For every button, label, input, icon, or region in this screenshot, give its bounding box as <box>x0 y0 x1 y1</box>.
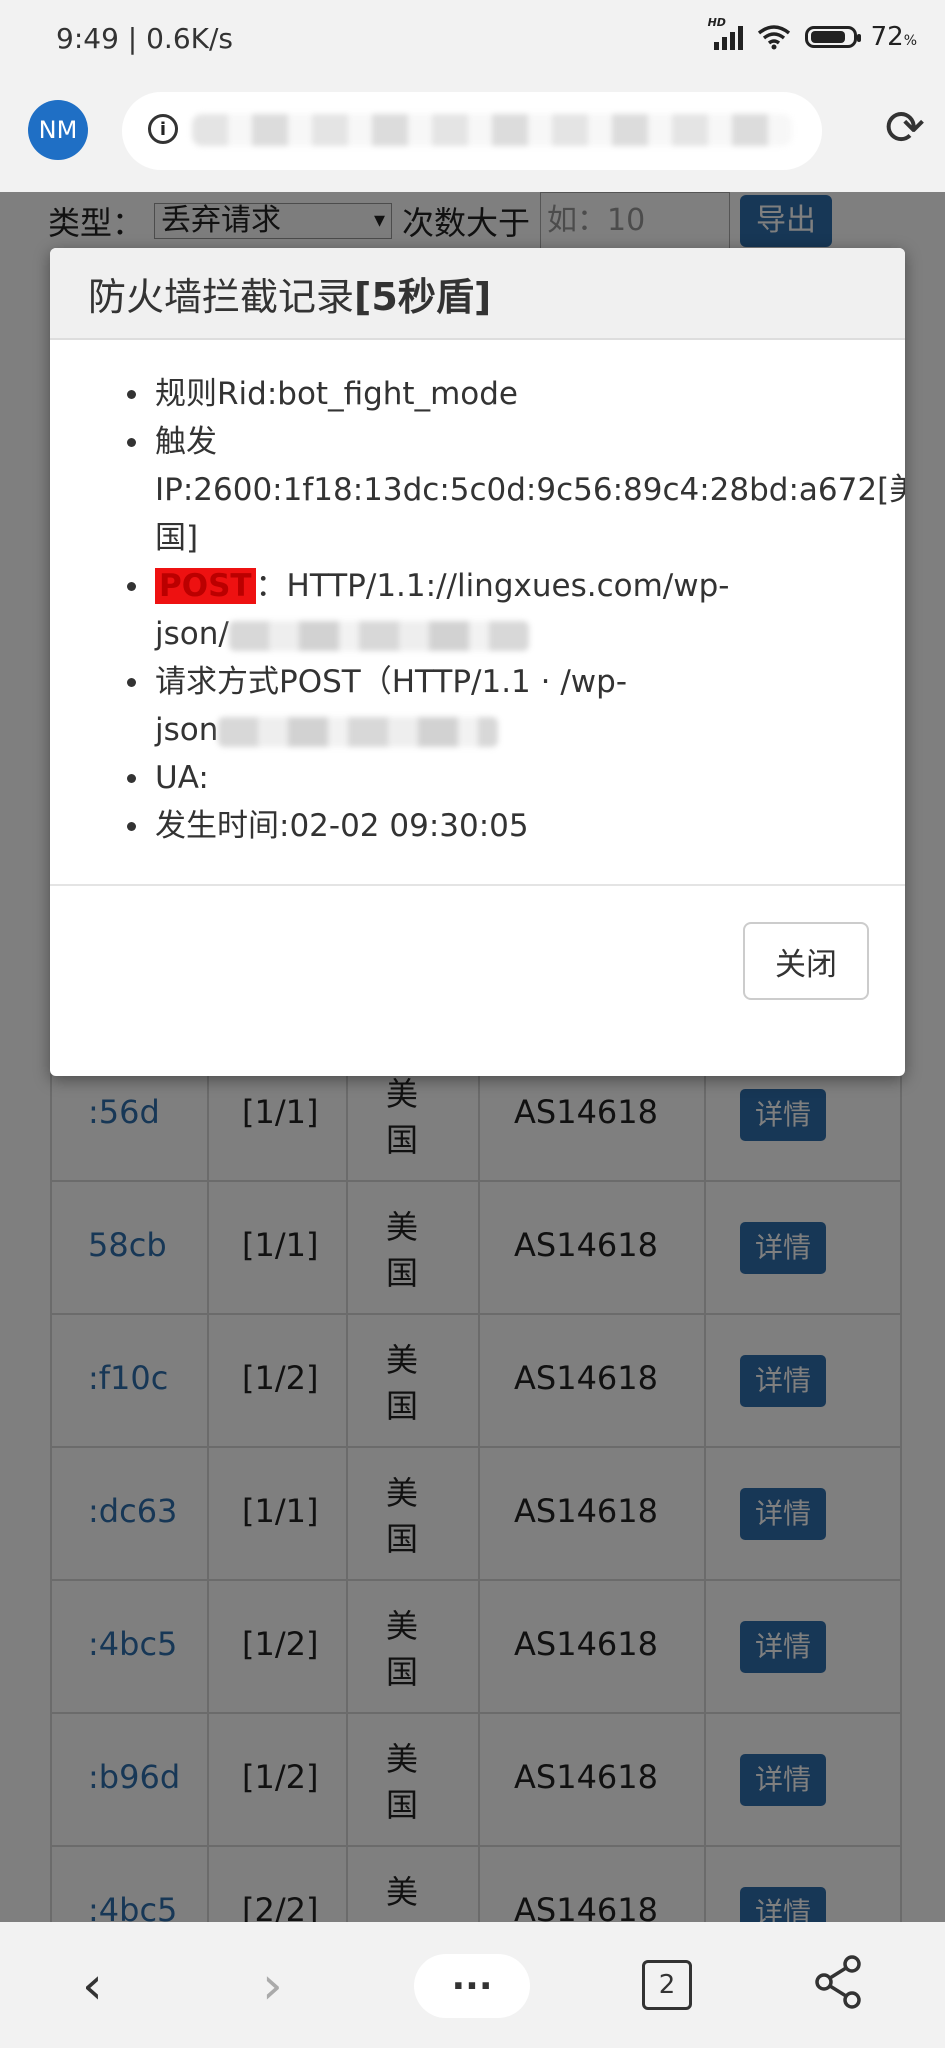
rule-text: 规则Rid:bot_fight_mode <box>155 376 518 412</box>
site-info-icon[interactable]: i <box>148 114 178 144</box>
trigger-ip: IP:2600:1f18:13dc:5c0d:9c56:89c4:28bd:a6… <box>155 472 905 508</box>
share-icon[interactable] <box>814 1954 864 2010</box>
wifi-icon <box>757 25 790 50</box>
list-item-ua: UA: <box>127 754 895 802</box>
list-item-time: 发生时间:02-02 09:30:05 <box>127 802 895 850</box>
method-text: 请求方式POST（HTTP/1.1 · /wp- <box>155 664 628 700</box>
modal-title: 防火墙拦截记录 <box>88 274 355 319</box>
battery-icon <box>804 26 861 48</box>
method-text-2: json <box>155 712 219 748</box>
detail-list: 规则Rid:bot_fight_mode 触发 IP:2600:1f18:13d… <box>127 370 905 850</box>
browser-toolbar: NM i ⟳ <box>0 82 945 192</box>
account-avatar[interactable]: NM <box>28 100 88 160</box>
list-item-rule: 规则Rid:bot_fight_mode <box>127 370 895 418</box>
close-button[interactable]: 关闭 <box>743 922 869 1000</box>
status-bar: 9:49 | 0.6K/s HD 72% <box>0 0 945 82</box>
tabs-button[interactable]: 2 <box>642 1960 692 2010</box>
address-bar[interactable]: i <box>122 92 822 170</box>
post-badge: POST <box>155 568 256 604</box>
modal-body: 规则Rid:bot_fight_mode 触发 IP:2600:1f18:13d… <box>50 340 905 886</box>
browser-bottom-nav: ‹ › ··· 2 <box>0 1922 945 2048</box>
redacted-url <box>192 114 792 146</box>
modal-title-tag: [5秒盾] <box>354 274 492 319</box>
redacted-path <box>228 620 529 651</box>
list-item-trigger: 触发 IP:2600:1f18:13dc:5c0d:9c56:89c4:28bd… <box>127 418 905 562</box>
menu-button[interactable]: ··· <box>414 1954 530 2018</box>
ua-text: UA: <box>155 760 209 796</box>
trigger-label: 触发 <box>155 424 217 460</box>
back-icon[interactable]: ‹ <box>82 1956 103 2016</box>
time-text: 发生时间:02-02 09:30:05 <box>155 808 529 844</box>
battery-unit: % <box>903 33 917 49</box>
signal-icon: HD <box>708 16 743 50</box>
request-url: ：HTTP/1.1://lingxues.com/wp- <box>255 568 730 604</box>
request-url-2: json/ <box>155 616 229 652</box>
reload-icon[interactable]: ⟳ <box>885 104 925 152</box>
modal-header: 防火墙拦截记录 [5秒盾] <box>50 248 905 340</box>
modal-footer: 关闭 <box>50 886 905 1076</box>
hd-label: HD <box>707 16 726 29</box>
firewall-log-modal: 防火墙拦截记录 [5秒盾] 规则Rid:bot_fight_mode 触发 IP:… <box>50 248 905 1076</box>
redacted-method-path <box>218 716 499 747</box>
status-time: 9:49 | 0.6K/s <box>56 22 234 55</box>
list-item-request: POST ：HTTP/1.1://lingxues.com/wp- json/ <box>127 562 895 658</box>
forward-icon[interactable]: › <box>262 1956 283 2016</box>
status-icons: HD 72% <box>708 16 917 52</box>
trigger-country: 国] <box>155 520 199 556</box>
battery-level: 72 <box>870 22 904 52</box>
list-item-method: 请求方式POST（HTTP/1.1 · /wp- json <box>127 658 895 754</box>
